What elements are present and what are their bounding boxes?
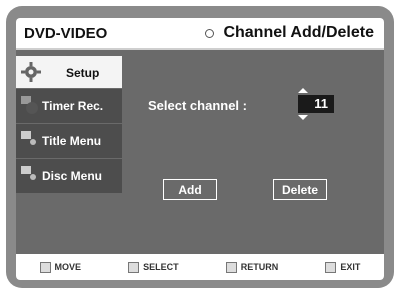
channel-down-icon[interactable] xyxy=(298,115,308,120)
footer-hints: MOVE SELECT RETURN EXIT xyxy=(16,254,384,280)
sidebar-item-label: Title Menu xyxy=(42,134,102,148)
footer-select-label: SELECT xyxy=(143,262,179,272)
timer-icon xyxy=(21,96,38,114)
sidebar-item-label: Timer Rec. xyxy=(42,99,104,113)
delete-button[interactable]: Delete xyxy=(273,179,327,200)
footer-return: RETURN xyxy=(225,261,279,273)
sidebar: Setup Timer Rec. Title Menu Disc Menu xyxy=(16,56,122,194)
footer-select: SELECT xyxy=(128,261,179,273)
footer-return-label: RETURN xyxy=(240,262,279,272)
move-icon xyxy=(39,261,51,273)
return-icon xyxy=(225,261,237,273)
footer-move-label: MOVE xyxy=(54,262,82,272)
disc-menu-icon xyxy=(21,166,36,180)
mode-label: DVD-VIDEO xyxy=(24,25,108,42)
sidebar-item-setup[interactable]: Setup xyxy=(16,56,122,88)
radio-dot-icon xyxy=(205,28,215,38)
sidebar-item-title-menu[interactable]: Title Menu xyxy=(16,124,122,158)
sidebar-item-label: Disc Menu xyxy=(42,169,103,183)
select-icon xyxy=(128,261,140,273)
exit-icon xyxy=(325,261,337,273)
sidebar-item-label: Setup xyxy=(66,66,100,80)
title-menu-icon xyxy=(21,131,36,145)
osd-screen: DVD-VIDEO Channel Add/Delete Setup Timer… xyxy=(16,18,384,280)
footer-exit-label: EXIT xyxy=(340,262,361,272)
gear-icon xyxy=(21,62,41,82)
sidebar-item-disc-menu[interactable]: Disc Menu xyxy=(16,159,122,193)
channel-up-icon[interactable] xyxy=(298,88,308,93)
sidebar-item-timer-rec[interactable]: Timer Rec. xyxy=(16,89,122,123)
footer-move: MOVE xyxy=(39,261,82,273)
osd-header: DVD-VIDEO Channel Add/Delete xyxy=(16,18,384,50)
page-title-text: Channel Add/Delete xyxy=(223,24,374,41)
page-title: Channel Add/Delete xyxy=(205,24,374,42)
select-channel-label: Select channel : xyxy=(148,98,247,113)
footer-exit: EXIT xyxy=(325,261,361,273)
channel-selector[interactable]: 11 xyxy=(298,95,334,113)
add-button[interactable]: Add xyxy=(163,179,217,200)
